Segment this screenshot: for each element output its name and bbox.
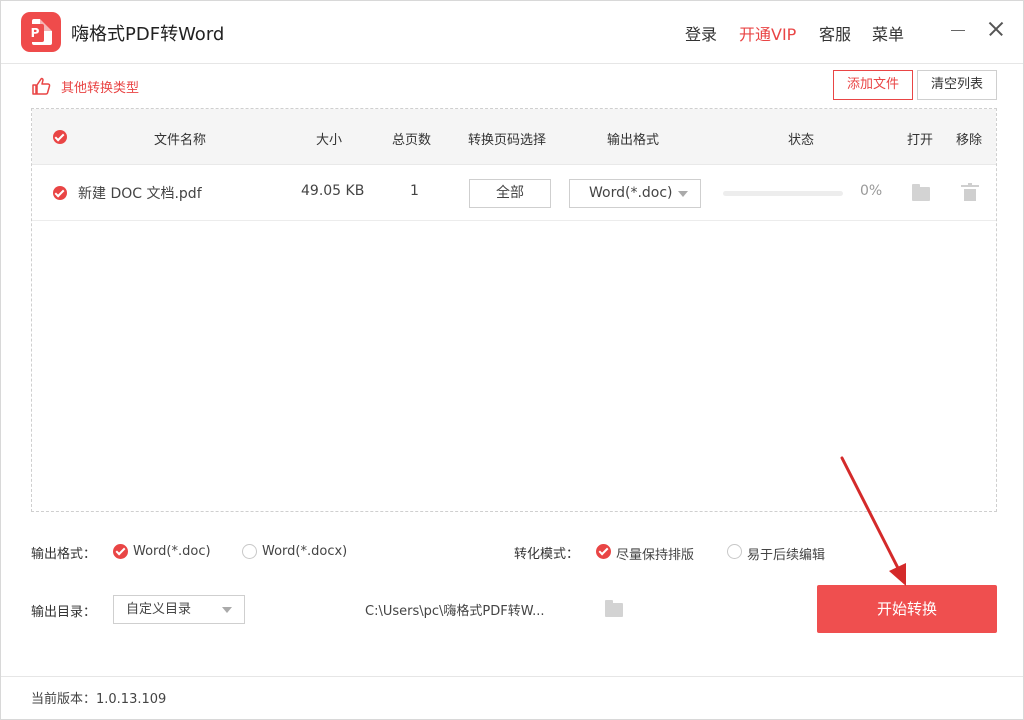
output-dir-select[interactable]: 自定义目录 [113,595,245,624]
close-button[interactable] [984,17,1008,41]
format-docx-radio[interactable] [242,544,257,559]
chevron-down-icon [678,191,688,197]
mode-keep-label[interactable]: 尽量保持排版 [616,544,694,563]
header-size: 大小 [316,133,343,148]
chevron-down-icon [222,607,232,613]
app-title: 嗨格式PDF转Word [71,24,225,45]
header-pages: 总页数 [392,133,432,148]
progress-bar [723,191,843,196]
app-window: P 嗨格式PDF转Word 登录 开通VIP 客服 菜单 其他转换类型 添加文件… [0,0,1024,720]
logo-letter: P [26,24,44,42]
table-row: 新建 DOC 文档.pdf 49.05 KB 1 全部 Word(*.doc) … [32,165,996,221]
mode-edit-radio[interactable] [727,544,742,559]
version-text: 当前版本：1.0.13.109 [31,692,167,707]
page-count: 1 [410,183,419,199]
file-name: 新建 DOC 文档.pdf [78,186,202,202]
row-checkbox[interactable] [53,186,67,200]
output-format-label: 输出格式： [31,547,97,562]
delete-icon[interactable] [961,183,979,201]
minimize-icon [951,30,965,31]
progress-text: 0% [860,183,883,199]
service-link[interactable]: 客服 [819,21,851,45]
thumb-up-icon [32,77,51,95]
header-status: 状态 [788,133,815,148]
page-select-button[interactable]: 全部 [469,179,551,208]
mode-keep-radio[interactable] [596,544,611,559]
minimize-button[interactable] [946,17,970,41]
file-size: 49.05 KB [301,183,365,199]
row-format-select[interactable]: Word(*.doc) [569,179,701,208]
open-folder-icon[interactable] [912,184,930,201]
output-dir-label: 输出目录： [31,605,97,620]
format-doc-label[interactable]: Word(*.doc) [133,544,211,559]
start-convert-button[interactable]: 开始转换 [817,585,997,633]
app-logo-icon: P [21,12,61,52]
vip-link[interactable]: 开通VIP [739,21,796,45]
clear-list-button[interactable]: 清空列表 [917,70,997,100]
header-open: 打开 [907,133,934,148]
add-file-button[interactable]: 添加文件 [833,70,913,100]
format-doc-radio[interactable] [113,544,128,559]
header-output-format: 输出格式 [607,133,660,148]
other-types-label: 其他转换类型 [61,80,140,96]
format-docx-label[interactable]: Word(*.docx) [262,544,347,559]
header-remove: 移除 [956,133,983,148]
file-list: 文件名称 大小 总页数 转换页码选择 输出格式 状态 打开 移除 新建 DOC … [31,108,997,512]
footer-divider [1,676,1023,677]
menu-link[interactable]: 菜单 [872,21,904,45]
login-link[interactable]: 登录 [685,21,717,45]
row-format-value: Word(*.doc) [589,185,673,201]
output-path: C:\Users\pc\嗨格式PDF转W... [365,604,545,619]
header-page-select: 转换页码选择 [468,133,547,148]
header-name: 文件名称 [154,133,207,148]
output-dir-value: 自定义目录 [126,602,192,617]
mode-edit-label[interactable]: 易于后续编辑 [747,544,825,563]
file-list-header: 文件名称 大小 总页数 转换页码选择 输出格式 状态 打开 移除 [32,109,996,165]
browse-folder-icon[interactable] [605,600,623,617]
title-bar: P 嗨格式PDF转Word 登录 开通VIP 客服 菜单 [1,1,1023,63]
title-divider [1,63,1023,64]
select-all-checkbox[interactable] [53,130,67,144]
mode-label: 转化模式： [514,547,580,562]
other-conversion-types[interactable]: 其他转换类型 [31,76,139,96]
